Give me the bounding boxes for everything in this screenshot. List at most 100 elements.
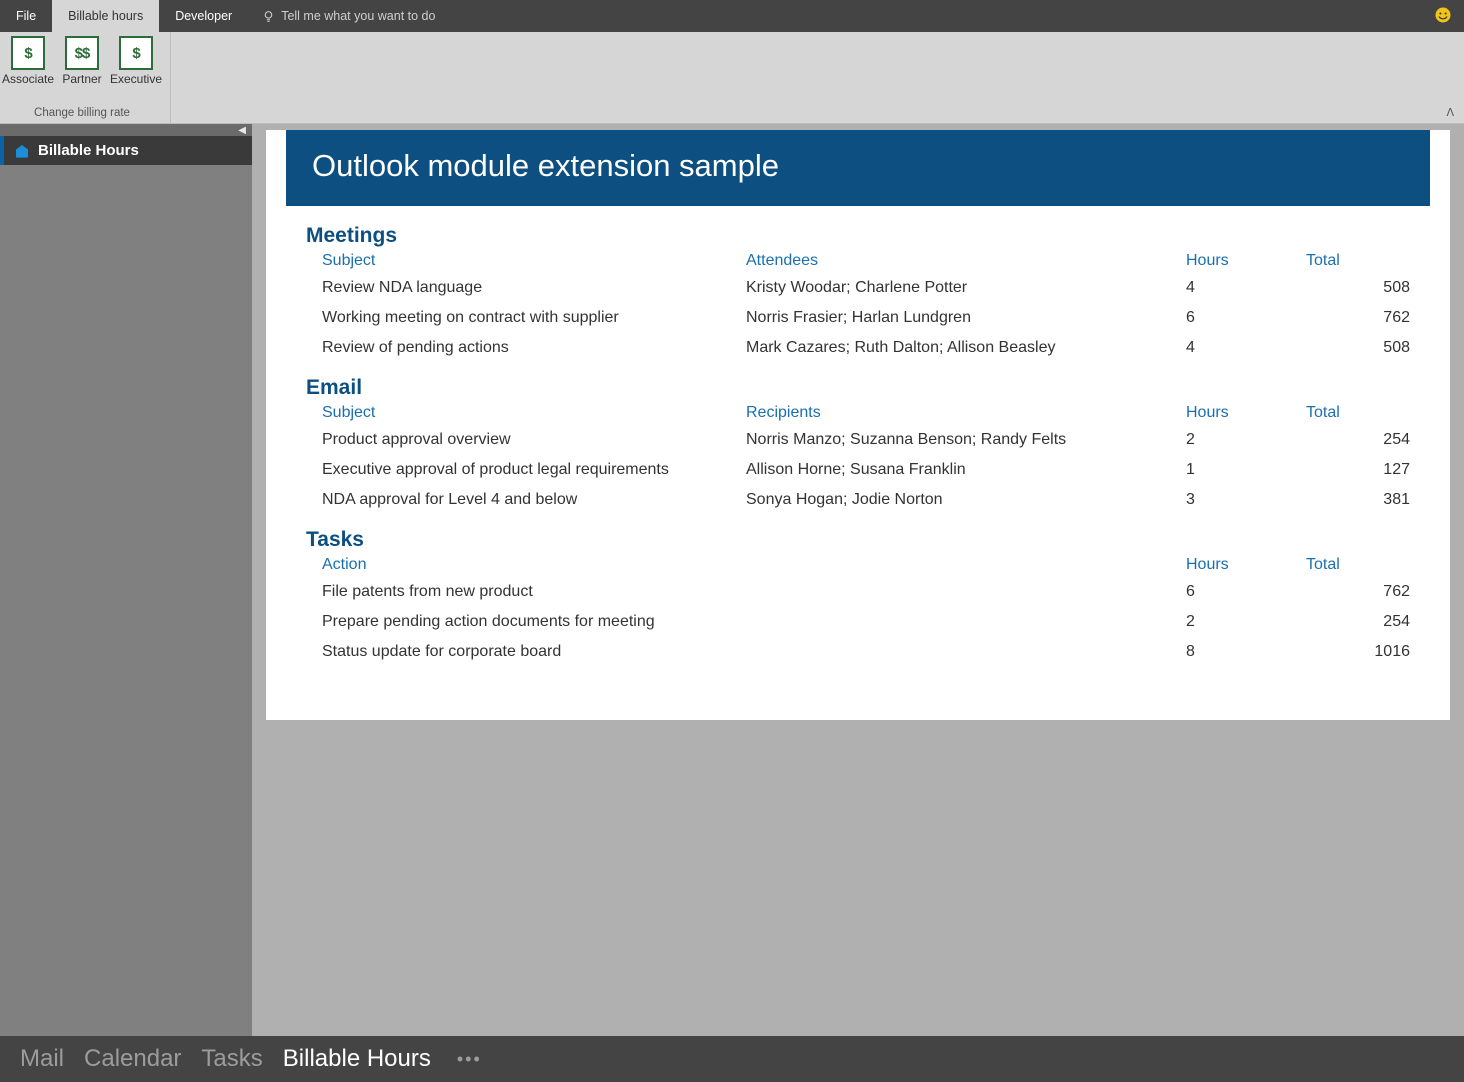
cell: 1016 [1306, 638, 1410, 668]
tell-me-search[interactable]: Tell me what you want to do [262, 9, 435, 23]
nav-billable-hours[interactable]: Billable Hours [283, 1045, 431, 1073]
dollar-icon: $ [11, 36, 45, 70]
sidebar-item-billable-hours[interactable]: Billable Hours [0, 136, 252, 165]
col-hours: Hours [1186, 402, 1306, 426]
cell: 2 [1186, 608, 1306, 638]
ribbon-btn-label: Partner [62, 72, 101, 86]
cell [746, 578, 1186, 608]
dollar-icon: $$ [65, 36, 99, 70]
table-row: Product approval overviewNorris Manzo; S… [306, 426, 1410, 456]
section-meetings: Meetings Subject Attendees Hours Total R… [266, 224, 1450, 376]
cell: 762 [1306, 304, 1410, 334]
section-title: Email [306, 376, 1410, 400]
module-switcher: Mail Calendar Tasks Billable Hours ••• [0, 1036, 1464, 1082]
ribbon-group-billing-rate: $ Associate $$ Partner $ Executive Change bil… [0, 32, 171, 123]
col-attendees: Attendees [746, 250, 1186, 274]
col-subject: Subject [306, 250, 746, 274]
ribbon-collapse-icon[interactable]: ᐱ [1446, 106, 1454, 119]
cell: Norris Frasier; Harlan Lundgren [746, 304, 1186, 334]
cell: 6 [1186, 304, 1306, 334]
cell: 381 [1306, 486, 1410, 516]
cell: 3 [1186, 486, 1306, 516]
nav-calendar[interactable]: Calendar [84, 1045, 181, 1073]
cell: 508 [1306, 274, 1410, 304]
cell: 254 [1306, 426, 1410, 456]
cell: 4 [1186, 334, 1306, 364]
ribbon-btn-label: Executive [110, 72, 162, 86]
content-area: Outlook module extension sample Meetings… [252, 124, 1464, 1036]
ribbon-btn-partner[interactable]: $$ Partner [58, 36, 106, 86]
cell: Working meeting on contract with supplie… [306, 304, 746, 334]
cell: Norris Manzo; Suzanna Benson; Randy Felt… [746, 426, 1186, 456]
cell: Allison Horne; Susana Franklin [746, 456, 1186, 486]
cell: Review NDA language [306, 274, 746, 304]
col-hours: Hours [1186, 250, 1306, 274]
section-title: Meetings [306, 224, 1410, 248]
section-tasks: Tasks Action Hours Total File patents fr… [266, 528, 1450, 680]
table-row: Review of pending actionsMark Cazares; R… [306, 334, 1410, 364]
table-row: Executive approval of product legal requ… [306, 456, 1410, 486]
cell [746, 608, 1186, 638]
section-email: Email Subject Recipients Hours Total Pro… [266, 376, 1450, 528]
cell: File patents from new product [306, 578, 746, 608]
col-total: Total [1306, 402, 1410, 426]
cell: Kristy Woodar; Charlene Potter [746, 274, 1186, 304]
col-hours: Hours [1186, 554, 1306, 578]
col-total: Total [1306, 250, 1410, 274]
ribbon-tabstrip: File Billable hours Developer Tell me wh… [0, 0, 1464, 32]
cell [746, 638, 1186, 668]
ribbon-btn-executive[interactable]: $ Executive [112, 36, 160, 86]
ribbon-btn-label: Associate [2, 72, 54, 86]
table-row: File patents from new product 6762 [306, 578, 1410, 608]
tell-me-placeholder: Tell me what you want to do [281, 9, 435, 23]
table-row: Status update for corporate board 81016 [306, 638, 1410, 668]
ribbon-btn-associate[interactable]: $ Associate [4, 36, 52, 86]
table-row: Prepare pending action documents for mee… [306, 608, 1410, 638]
cell: 1 [1186, 456, 1306, 486]
cell: 127 [1306, 456, 1410, 486]
cell: 6 [1186, 578, 1306, 608]
cell: 2 [1186, 426, 1306, 456]
cell: 762 [1306, 578, 1410, 608]
nav-mail[interactable]: Mail [20, 1045, 64, 1073]
sidebar-item-label: Billable Hours [38, 142, 139, 159]
tasks-table: Action Hours Total File patents from new… [306, 554, 1410, 668]
ribbon-group-label: Change billing rate [34, 107, 130, 119]
email-table: Subject Recipients Hours Total Product a… [306, 402, 1410, 516]
lightbulb-icon [262, 10, 275, 23]
nav-tasks[interactable]: Tasks [201, 1045, 262, 1073]
cell: 254 [1306, 608, 1410, 638]
cell: 4 [1186, 274, 1306, 304]
cell: Product approval overview [306, 426, 746, 456]
sidebar-collapse-button[interactable]: ◀ [0, 124, 252, 136]
col-action: Action [306, 554, 746, 578]
dollar-icon: $ [119, 36, 153, 70]
col-recipients: Recipients [746, 402, 1186, 426]
table-row: NDA approval for Level 4 and belowSonya … [306, 486, 1410, 516]
section-title: Tasks [306, 528, 1410, 552]
cell: 508 [1306, 334, 1410, 364]
cell: NDA approval for Level 4 and below [306, 486, 746, 516]
page-title-banner: Outlook module extension sample [286, 130, 1430, 206]
ribbon: $ Associate $$ Partner $ Executive Change bil… [0, 32, 1464, 124]
col-blank [746, 554, 1186, 578]
meetings-table: Subject Attendees Hours Total Review NDA… [306, 250, 1410, 364]
table-row: Working meeting on contract with supplie… [306, 304, 1410, 334]
tab-file[interactable]: File [0, 0, 52, 32]
cell: 8 [1186, 638, 1306, 668]
module-icon [14, 143, 30, 159]
cell: Prepare pending action documents for mee… [306, 608, 746, 638]
table-row: Review NDA languageKristy Woodar; Charle… [306, 274, 1410, 304]
cell: Status update for corporate board [306, 638, 746, 668]
col-subject: Subject [306, 402, 746, 426]
cell: Executive approval of product legal requ… [306, 456, 746, 486]
tab-billable-hours[interactable]: Billable hours [52, 0, 159, 32]
col-total: Total [1306, 554, 1410, 578]
sidebar: ◀ Billable Hours [0, 124, 252, 1036]
cell: Review of pending actions [306, 334, 746, 364]
cell: Mark Cazares; Ruth Dalton; Allison Beasl… [746, 334, 1186, 364]
feedback-smiley-icon[interactable] [1434, 6, 1452, 24]
nav-more-icon[interactable]: ••• [457, 1049, 482, 1070]
cell: Sonya Hogan; Jodie Norton [746, 486, 1186, 516]
tab-developer[interactable]: Developer [159, 0, 248, 32]
